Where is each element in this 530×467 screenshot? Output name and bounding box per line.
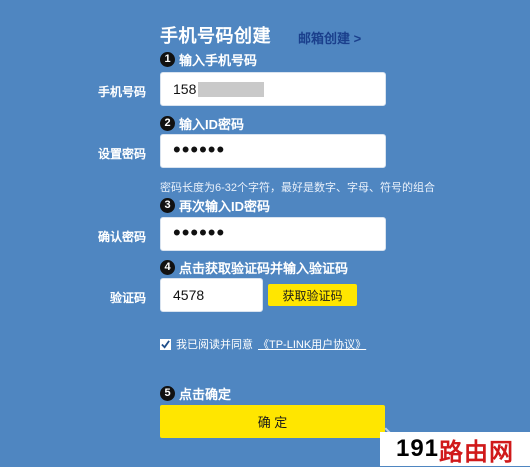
- step-5-number: 5: [160, 386, 175, 401]
- watermark-number: 191: [395, 435, 440, 462]
- agreement-checkbox[interactable]: [160, 338, 171, 350]
- agreement-link[interactable]: 《TP-LINK用户协议》: [258, 336, 366, 352]
- step-1-number: 1: [160, 52, 175, 67]
- password-hint: 密码长度为6-32个字符，最好是数字、字母、符号的组合: [160, 182, 436, 194]
- step-4-label: 点击获取验证码并输入验证码: [179, 261, 349, 276]
- step-1: 1 输入手机号码: [160, 50, 257, 69]
- step-5: 5 点击确定: [160, 384, 231, 403]
- confirm-password-input[interactable]: ••••••: [160, 217, 386, 251]
- password-input[interactable]: ••••••: [160, 134, 386, 168]
- step-3-number: 3: [160, 198, 175, 213]
- step-1-label: 输入手机号码: [179, 53, 258, 68]
- confirm-password-value: ••••••: [173, 220, 226, 245]
- site-watermark: 191 路由网: [380, 432, 530, 466]
- phone-label: 手机号码: [97, 85, 146, 99]
- phone-input[interactable]: 158: [160, 72, 386, 106]
- step-3-label: 再次输入ID密码: [179, 199, 271, 214]
- step-2: 2 输入ID密码: [160, 114, 244, 133]
- code-input[interactable]: 4578: [160, 278, 263, 312]
- page-title: 手机号码创建: [160, 26, 271, 46]
- step-2-number: 2: [160, 116, 175, 131]
- agreement-row: 我已阅读并同意 《TP-LINK用户协议》: [160, 336, 366, 352]
- step-4-number: 4: [160, 260, 175, 275]
- confirm-password-label: 确认密码: [97, 230, 146, 244]
- get-code-button[interactable]: 获取验证码: [268, 284, 357, 306]
- password-label: 设置密码: [97, 147, 146, 161]
- step-4: 4 点击获取验证码并输入验证码: [160, 258, 348, 277]
- agreement-text: 我已阅读并同意: [176, 339, 253, 351]
- email-create-link[interactable]: 邮箱创建 >: [298, 28, 361, 47]
- step-2-label: 输入ID密码: [179, 117, 245, 132]
- password-value: ••••••: [173, 137, 226, 162]
- code-value: 4578: [173, 287, 205, 303]
- phone-value-prefix: 158: [173, 81, 197, 97]
- watermark-text: 路由网: [439, 438, 515, 466]
- code-label: 验证码: [109, 291, 146, 305]
- phone-mask: [198, 81, 265, 97]
- confirm-button[interactable]: 确 定: [160, 405, 385, 438]
- step-3: 3 再次输入ID密码: [160, 196, 270, 215]
- checkmark-icon: [161, 339, 170, 349]
- step-5-label: 点击确定: [179, 387, 232, 402]
